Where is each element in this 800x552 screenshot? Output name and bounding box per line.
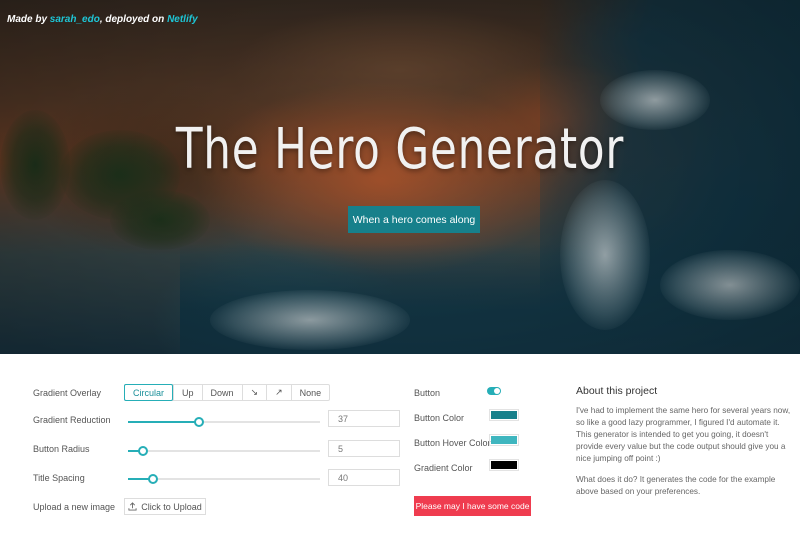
slider-handle[interactable] <box>138 446 149 456</box>
button-radius-slider[interactable] <box>128 446 320 456</box>
about-title: About this project <box>576 385 658 397</box>
title-spacing-label: Title Spacing <box>33 473 85 483</box>
overlay-option-up[interactable]: Up <box>173 385 202 400</box>
title-spacing-slider[interactable] <box>128 474 320 484</box>
slider-track <box>128 450 320 452</box>
overlay-option-diagonal-down[interactable]: ↘ <box>241 385 267 400</box>
gradient-reduction-input[interactable]: 37 <box>328 410 400 427</box>
button-radius-input[interactable]: 5 <box>328 440 400 457</box>
slider-handle[interactable] <box>147 474 158 484</box>
gradient-color-fill <box>491 461 517 469</box>
slider-handle[interactable] <box>194 417 205 427</box>
credit-line: Made by sarah_edo, deployed on Netlify <box>7 14 198 25</box>
button-toggle[interactable] <box>487 387 501 395</box>
button-color-swatch[interactable] <box>489 409 519 421</box>
button-hover-color-fill <box>491 436 517 444</box>
author-link[interactable]: sarah_edo <box>50 14 100 25</box>
credit-prefix: Made by <box>7 14 50 25</box>
button-color-label: Button Color <box>414 413 465 423</box>
button-hover-color-swatch[interactable] <box>489 434 519 446</box>
overlay-option-diagonal-up[interactable]: ↗ <box>266 385 291 400</box>
about-paragraph-1: I've had to implement the same hero for … <box>576 406 791 463</box>
title-spacing-input[interactable]: 40 <box>328 469 400 486</box>
gradient-color-swatch[interactable] <box>489 459 519 471</box>
gradient-reduction-label: Gradient Reduction <box>33 415 111 425</box>
netlify-link[interactable]: Netlify <box>167 14 198 25</box>
upload-label: Upload a new image <box>33 502 116 512</box>
hero-button[interactable]: When a hero comes along <box>348 206 480 233</box>
gradient-overlay-label: Gradient Overlay <box>33 388 102 398</box>
button-toggle-label: Button <box>414 388 441 398</box>
slider-fill <box>128 421 200 423</box>
upload-button-label: Click to Upload <box>141 501 202 512</box>
gradient-color-label: Gradient Color <box>414 463 473 473</box>
button-hover-color-label: Button Hover Color <box>414 438 491 448</box>
gradient-overlay-selector: Circular Up Down ↘ ↗ None <box>124 384 331 401</box>
overlay-option-none[interactable]: None <box>290 385 330 400</box>
button-radius-label: Button Radius <box>33 444 90 454</box>
hero-section: Made by sarah_edo, deployed on Netlify T… <box>0 0 800 354</box>
upload-button[interactable]: Click to Upload <box>124 498 206 515</box>
overlay-option-down[interactable]: Down <box>201 385 242 400</box>
about-paragraph-2: What does it do? It generates the code f… <box>576 475 776 496</box>
credit-middle: , deployed on <box>99 14 168 25</box>
gradient-reduction-slider[interactable] <box>128 417 320 427</box>
overlay-option-circular[interactable]: Circular <box>124 384 174 401</box>
upload-icon <box>128 502 137 511</box>
get-code-button[interactable]: Please may I have some code <box>414 496 531 516</box>
button-color-fill <box>491 411 517 419</box>
hero-title: The Hero Generator <box>175 117 625 182</box>
